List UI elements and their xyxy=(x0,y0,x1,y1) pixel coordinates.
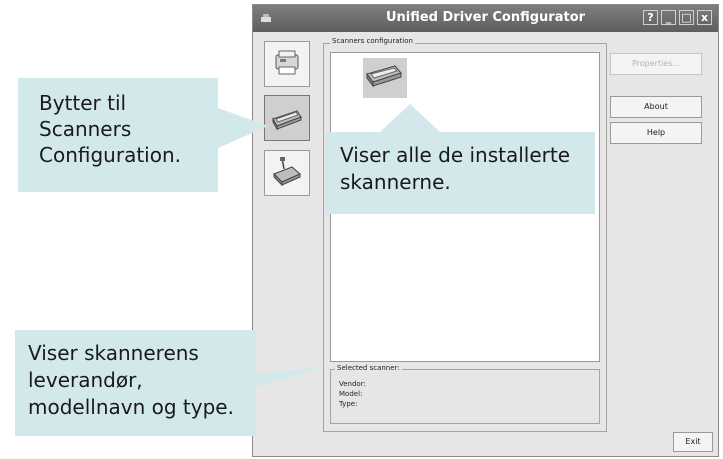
type-label: Type: xyxy=(339,400,358,408)
close-button[interactable]: x xyxy=(697,10,712,25)
about-button[interactable]: About xyxy=(610,96,702,118)
selected-scanner-legend: Selected scanner: xyxy=(335,364,402,372)
properties-button[interactable]: Properties... xyxy=(610,53,702,75)
printers-config-button[interactable] xyxy=(264,41,310,87)
help-button[interactable]: Help xyxy=(610,122,702,144)
maximize-button[interactable]: □ xyxy=(679,10,694,25)
callout-shows-vendor-text: Viser skannerens leverandør, modellnavn … xyxy=(28,341,234,419)
model-label: Model: xyxy=(339,390,363,398)
scanners-config-button[interactable] xyxy=(264,95,310,141)
scanner-list-item[interactable] xyxy=(363,58,407,98)
callout-shows-installed: Viser alle de installerte skannerne. xyxy=(325,132,595,214)
callout-shows-vendor: Viser skannerens leverandør, modellnavn … xyxy=(15,330,256,436)
port-icon xyxy=(273,157,301,187)
callout-switch-scanners-text: Bytter til Scanners Configuration. xyxy=(39,91,181,167)
printer-icon xyxy=(275,50,299,75)
scanners-configuration-legend: Scanners configuration xyxy=(330,37,415,45)
title-bar[interactable]: Unified Driver Configurator ? _ □ x xyxy=(253,5,718,32)
scanners-configuration-group: Scanners configuration Selected scanner:… xyxy=(323,37,607,432)
minimize-button[interactable]: _ xyxy=(661,10,676,25)
vendor-label: Vendor: xyxy=(339,380,366,388)
scanner-icon xyxy=(272,110,302,131)
selected-scanner-group: Selected scanner: Vendor: Model: Type: xyxy=(330,364,600,424)
exit-button[interactable]: Exit xyxy=(673,432,713,452)
ports-config-button[interactable] xyxy=(264,150,310,196)
callout-switch-scanners: Bytter til Scanners Configuration. xyxy=(18,78,218,192)
help-window-button[interactable]: ? xyxy=(643,10,658,25)
unified-driver-configurator-window: Unified Driver Configurator ? _ □ x Scan… xyxy=(252,4,719,457)
callout-shows-installed-text: Viser alle de installerte skannerne. xyxy=(340,143,571,194)
